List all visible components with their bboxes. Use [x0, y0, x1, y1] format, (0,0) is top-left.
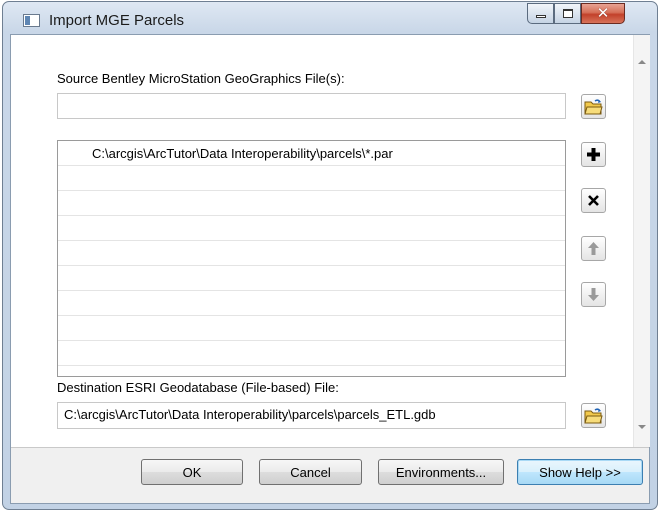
- remove-button[interactable]: [581, 188, 606, 213]
- source-file-input[interactable]: [57, 93, 566, 119]
- source-browse-button[interactable]: [581, 94, 606, 119]
- list-item[interactable]: [58, 166, 565, 191]
- list-item[interactable]: C:\arcgis\ArcTutor\Data Interoperability…: [58, 141, 565, 166]
- close-icon: ✕: [596, 4, 610, 22]
- x-icon: [588, 195, 599, 206]
- arrow-up-icon: [588, 242, 599, 255]
- list-item[interactable]: [58, 366, 565, 376]
- list-item[interactable]: [58, 216, 565, 241]
- maximize-icon: [562, 9, 573, 18]
- list-item[interactable]: [58, 266, 565, 291]
- arrow-down-icon: [588, 288, 599, 301]
- caption-buttons: ✕: [527, 3, 625, 24]
- show-help-button[interactable]: Show Help >>: [517, 459, 643, 485]
- dialog-client-area: Source Bentley MicroStation GeoGraphics …: [10, 34, 650, 504]
- cancel-button[interactable]: Cancel: [259, 459, 362, 485]
- source-files-label: Source Bentley MicroStation GeoGraphics …: [57, 71, 345, 86]
- destination-input[interactable]: C:\arcgis\ArcTutor\Data Interoperability…: [57, 402, 566, 429]
- scroll-up-icon[interactable]: [638, 60, 646, 64]
- maximize-button[interactable]: [554, 3, 581, 24]
- move-down-button[interactable]: [581, 282, 606, 307]
- vertical-scrollbar[interactable]: [633, 35, 650, 447]
- source-files-list[interactable]: C:\arcgis\ArcTutor\Data Interoperability…: [57, 140, 566, 377]
- open-folder-icon: [584, 408, 603, 424]
- destination-browse-button[interactable]: [581, 403, 606, 428]
- open-folder-icon: [584, 99, 603, 115]
- destination-label: Destination ESRI Geodatabase (File-based…: [57, 380, 339, 395]
- move-up-button[interactable]: [581, 236, 606, 261]
- parameters-panel: Source Bentley MicroStation GeoGraphics …: [11, 35, 633, 447]
- scroll-down-icon[interactable]: [638, 425, 646, 429]
- plus-icon: [587, 148, 600, 161]
- minimize-icon: [535, 15, 546, 18]
- app-icon[interactable]: [23, 14, 40, 27]
- list-item[interactable]: [58, 291, 565, 316]
- divider: [11, 447, 649, 448]
- title-bar[interactable]: Import MGE Parcels ✕: [3, 2, 657, 35]
- close-button[interactable]: ✕: [581, 3, 625, 24]
- minimize-button[interactable]: [527, 3, 554, 24]
- add-button[interactable]: [581, 142, 606, 167]
- environments-button[interactable]: Environments...: [378, 459, 504, 485]
- list-item[interactable]: [58, 341, 565, 366]
- list-item[interactable]: [58, 316, 565, 341]
- list-item[interactable]: [58, 191, 565, 216]
- window-title: Import MGE Parcels: [49, 12, 185, 29]
- dialog-window: Import MGE Parcels ✕ Source Bentley Micr…: [2, 1, 658, 510]
- list-item[interactable]: [58, 241, 565, 266]
- ok-button[interactable]: OK: [141, 459, 243, 485]
